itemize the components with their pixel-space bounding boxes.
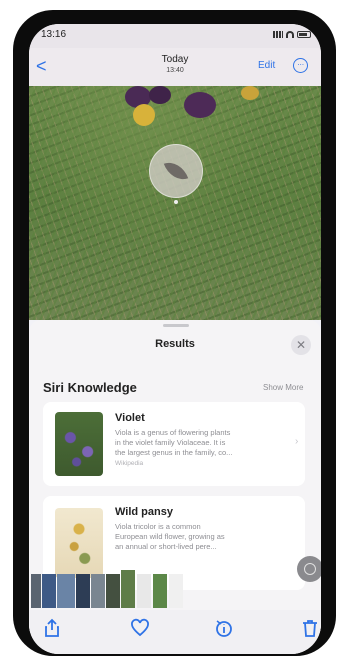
close-button[interactable]: ✕	[291, 335, 311, 355]
chevron-right-icon: ›	[295, 436, 299, 447]
result-description: Viola is a genus of flowering plants	[115, 428, 231, 437]
status-time: 13:16	[41, 29, 67, 40]
strip-thumbnail[interactable]	[57, 574, 75, 608]
navigation-bar: < Today 13:40 Edit ···	[29, 48, 321, 86]
strip-thumbnail[interactable]	[42, 574, 56, 608]
status-bar: 13:16	[29, 24, 321, 48]
show-more-link[interactable]: Show More	[263, 383, 303, 392]
strip-thumbnail[interactable]	[91, 574, 105, 608]
result-description: European wild flower, growing as	[115, 532, 225, 541]
flower-petal	[184, 92, 216, 118]
flower-petal	[241, 86, 259, 100]
result-card[interactable]: Violet Viola is a genus of flowering pla…	[43, 402, 305, 486]
thumbnail-strip[interactable]	[29, 570, 321, 610]
cellular-signal-icon	[273, 31, 283, 38]
result-description: Viola tricolor is a common	[115, 522, 201, 531]
result-title: Violet	[115, 412, 145, 424]
trash-icon[interactable]	[297, 618, 321, 644]
status-icons	[273, 31, 311, 38]
strip-thumbnail[interactable]	[169, 574, 183, 608]
lookup-dot	[174, 200, 178, 204]
battery-icon	[297, 31, 311, 38]
heart-icon[interactable]	[127, 618, 153, 644]
visual-lookup-badge[interactable]	[149, 144, 203, 198]
result-thumbnail	[55, 412, 103, 476]
wifi-icon	[286, 31, 294, 38]
bottom-toolbar	[29, 610, 321, 654]
sheet-title: Results	[155, 338, 195, 350]
result-description: an annual or short-lived pere...	[115, 542, 217, 551]
strip-thumbnail[interactable]	[76, 574, 90, 608]
section-title: Siri Knowledge	[43, 380, 137, 395]
edit-button[interactable]: Edit	[258, 60, 275, 71]
strip-thumbnail-current[interactable]	[121, 570, 135, 608]
strip-thumbnail[interactable]	[31, 574, 41, 608]
result-thumbnail	[55, 508, 103, 578]
result-source: Wikipedia	[115, 460, 144, 467]
nav-title: Today	[161, 54, 189, 65]
strip-thumbnail[interactable]	[137, 574, 151, 608]
leaf-icon	[163, 157, 189, 185]
nav-subtitle: 13:40	[166, 67, 184, 74]
flower-center	[133, 104, 155, 126]
more-options-button[interactable]: ···	[293, 58, 308, 73]
flower-petal	[149, 86, 171, 104]
result-description: in the violet family Violaceae. It is	[115, 438, 226, 447]
sheet-grabber[interactable]	[163, 324, 189, 327]
strip-thumbnail[interactable]	[153, 574, 167, 608]
result-description: the largest genus in the family, co...	[115, 448, 233, 457]
screen: 13:16 < Today 13:40 Edit ··· Results ✕ S…	[29, 24, 321, 654]
share-icon[interactable]	[39, 618, 65, 644]
strip-thumbnail[interactable]	[106, 574, 120, 608]
result-title: Wild pansy	[115, 506, 173, 518]
info-icon[interactable]	[211, 618, 237, 644]
photo-view[interactable]	[29, 86, 321, 320]
